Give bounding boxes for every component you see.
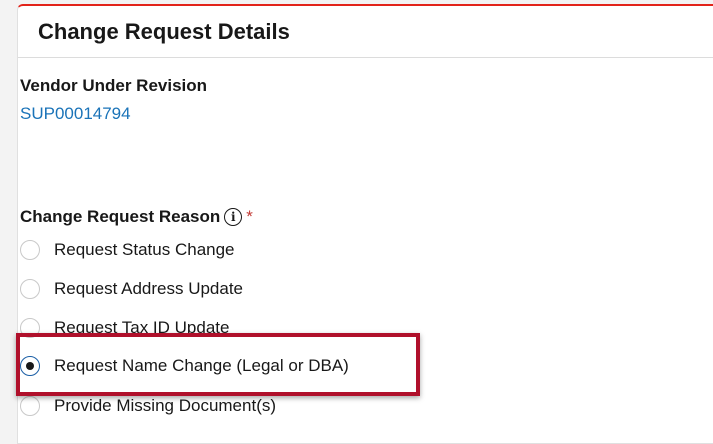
card-header: Change Request Details [18,6,713,58]
radio-label: Request Address Update [54,279,244,298]
info-icon[interactable]: i [224,208,243,226]
vendor-label: Vendor Under Revision [20,76,208,95]
radio-button-selected[interactable] [20,356,40,376]
radio-button[interactable] [20,240,40,260]
radio-option-name-change[interactable]: Request Name Change (Legal or DBA) [20,356,349,376]
card-title: Change Request Details [38,18,290,44]
vendor-field: Vendor Under Revision SUP00014794 [20,76,207,124]
radio-option-status-change[interactable]: Request Status Change [20,240,235,260]
reason-label: Change Request Reason [20,207,221,226]
radio-option-tax-id-update[interactable]: Request Tax ID Update [20,318,229,338]
radio-button[interactable] [20,396,40,416]
radio-label: Provide Missing Document(s) [54,396,277,415]
radio-button[interactable] [20,279,40,299]
reason-label-row: Change Request Reason i * [20,207,253,227]
radio-option-missing-documents[interactable]: Provide Missing Document(s) [20,396,276,416]
radio-button[interactable] [20,318,40,338]
radio-label: Request Status Change [54,240,235,259]
radio-option-address-update[interactable]: Request Address Update [20,279,243,299]
vendor-link[interactable]: SUP00014794 [20,104,131,124]
radio-label: Request Name Change (Legal or DBA) [54,356,349,375]
required-marker: * [246,207,253,226]
radio-label: Request Tax ID Update [54,318,230,337]
